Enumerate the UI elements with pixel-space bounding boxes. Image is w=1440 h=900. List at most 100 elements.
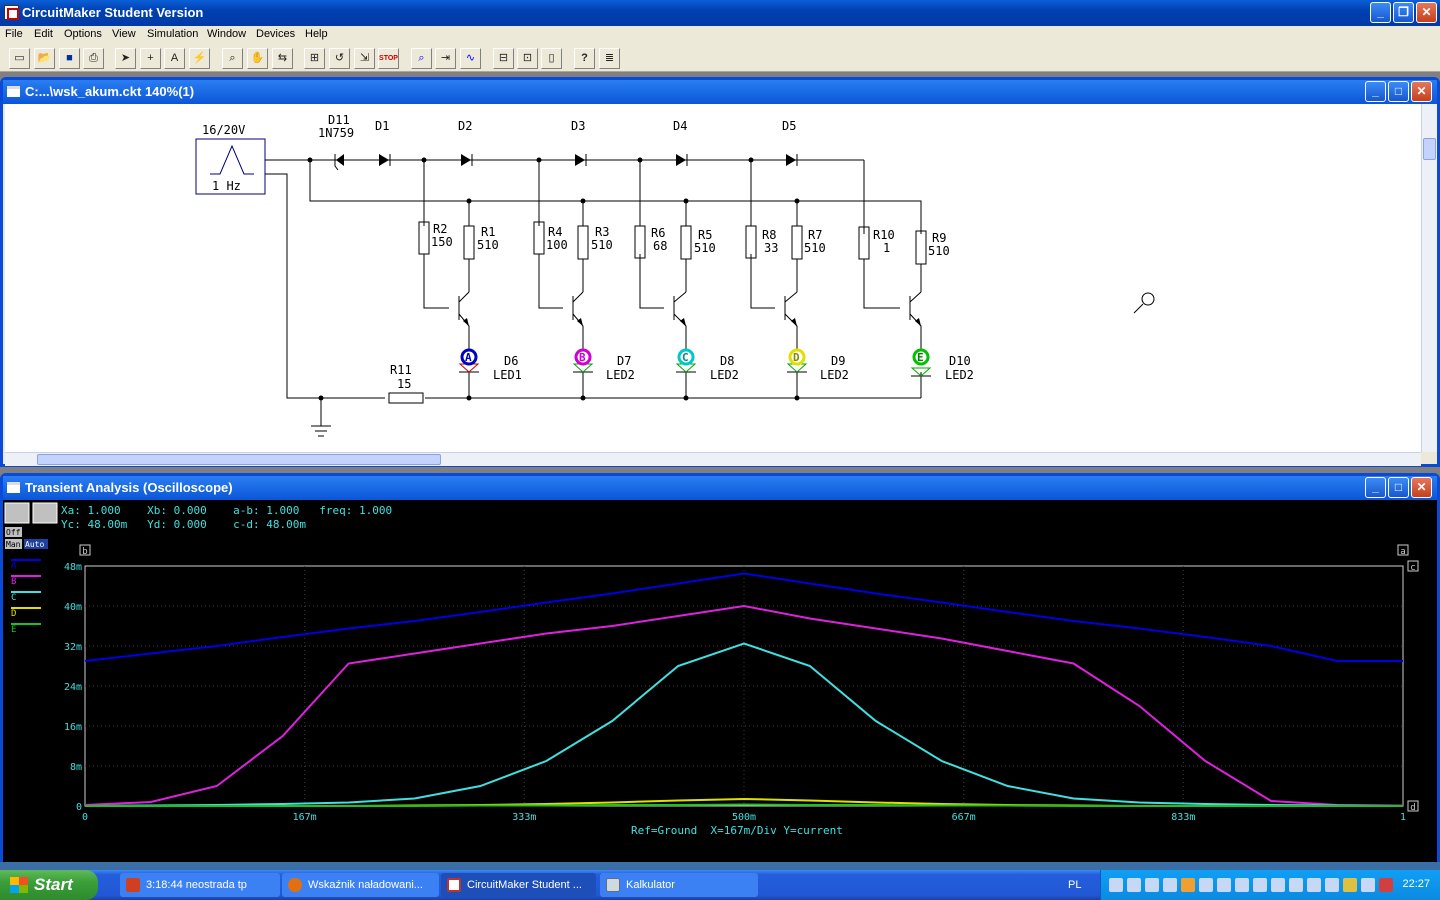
tray-monitor-icon[interactable] — [1127, 878, 1141, 892]
part-icon[interactable]: ⊡ — [517, 48, 538, 69]
scope-man-button: Man — [6, 540, 21, 549]
y-tick-label: 32m — [64, 642, 82, 653]
schematic-drawing: 16/20V 1 Hz D11 1N759 D1 D2 D3 D4 D5 R2 … — [195, 113, 1155, 437]
text-icon[interactable]: A — [164, 48, 185, 69]
undo-icon[interactable]: ↺ — [329, 48, 350, 69]
library-icon[interactable]: ▯ — [541, 48, 562, 69]
tray-printer-icon[interactable] — [1235, 878, 1249, 892]
tray-usb-icon[interactable] — [1253, 878, 1267, 892]
resistor-r5-label: R5 — [698, 228, 712, 242]
resistor-r3-label: R3 — [595, 225, 609, 239]
tray-display-icon[interactable] — [1271, 878, 1285, 892]
app-title: CircuitMaker Student Version — [22, 5, 204, 20]
pan-icon[interactable]: ✋ — [247, 48, 268, 69]
tray-antivirus-icon[interactable] — [1289, 878, 1303, 892]
tray-tool-icon[interactable] — [1163, 878, 1177, 892]
tray-network-icon[interactable] — [1109, 878, 1123, 892]
tray-messenger-icon[interactable] — [1361, 878, 1375, 892]
tray-alert-icon[interactable] — [1379, 878, 1393, 892]
oscilloscope-window: Transient Analysis (Oscilloscope) _ □ ✕ … — [0, 473, 1440, 862]
schematic-horizontal-scrollbar[interactable] — [5, 452, 1421, 466]
step-icon[interactable]: ⇲ — [354, 48, 375, 69]
y-tick-label: 0 — [76, 802, 82, 813]
trace-icon[interactable]: ⌕ — [411, 48, 432, 69]
help-icon[interactable]: ? — [574, 48, 595, 69]
start-button[interactable]: Start — [0, 870, 98, 900]
menu-edit[interactable]: Edit — [34, 28, 53, 40]
print-icon[interactable]: ⎙ — [83, 48, 104, 69]
scope-close-button[interactable]: ✕ — [1411, 477, 1432, 498]
settings-icon[interactable]: ≣ — [599, 48, 620, 69]
stop-icon[interactable]: STOP — [378, 48, 399, 69]
resistor-r2-label: R2 — [433, 222, 447, 236]
circuitmaker-icon — [4, 5, 19, 20]
scope-maximize-button[interactable]: □ — [1388, 477, 1409, 498]
led-d7-label: D7 — [617, 354, 631, 368]
resistor-r2-value: 150 — [431, 235, 453, 249]
save-icon[interactable]: ■ — [59, 48, 80, 69]
horizontal-scroll-thumb[interactable] — [37, 454, 441, 465]
new-icon[interactable]: ▭ — [9, 48, 30, 69]
probe-icon[interactable]: ⚡ — [189, 48, 210, 69]
menu-file[interactable]: File — [5, 28, 23, 40]
resistor-r1-value: 510 — [477, 238, 499, 252]
flip-icon[interactable]: ⇆ — [272, 48, 293, 69]
digital-icon[interactable]: ⇥ — [435, 48, 456, 69]
schematic-vertical-scrollbar[interactable] — [1421, 104, 1437, 452]
led-d6-label: D6 — [504, 354, 518, 368]
tray-update-icon[interactable] — [1181, 878, 1195, 892]
menu-devices[interactable]: Devices — [256, 28, 295, 40]
task-circuitmaker[interactable]: CircuitMaker Student ... — [441, 873, 596, 897]
resistor-r4-value: 100 — [546, 238, 568, 252]
open-icon[interactable]: 📂 — [34, 48, 55, 69]
schematic-maximize-button[interactable]: □ — [1388, 81, 1409, 102]
grid-icon[interactable]: ⊟ — [493, 48, 514, 69]
wire-icon[interactable]: + — [140, 48, 161, 69]
led-d10-part: LED2 — [945, 368, 974, 382]
menu-options[interactable]: Options — [64, 28, 102, 40]
diode-d11-label: D11 — [328, 113, 350, 127]
rotate-icon[interactable]: ⊞ — [304, 48, 325, 69]
scope-footer: Ref=Ground X=167m/Div Y=current — [631, 824, 843, 837]
probe-c-label: C — [682, 351, 689, 364]
language-indicator[interactable]: PL — [1068, 879, 1081, 891]
oscilloscope-title: Transient Analysis (Oscilloscope) — [25, 480, 233, 495]
vertical-scroll-thumb[interactable] — [1423, 138, 1436, 160]
tray-app-icon[interactable] — [1343, 878, 1357, 892]
menu-help[interactable]: Help — [305, 28, 328, 40]
menu-window[interactable]: Window — [207, 28, 246, 40]
menu-simulation[interactable]: Simulation — [147, 28, 198, 40]
menu-view[interactable]: View — [112, 28, 136, 40]
tray-bluetooth-icon[interactable] — [1307, 878, 1321, 892]
task-firefox[interactable]: Wskaźnik naładowani... — [282, 873, 439, 897]
minimize-button[interactable]: _ — [1370, 2, 1391, 23]
y-tick-label: 40m — [64, 602, 82, 613]
tray-sync-icon[interactable] — [1199, 878, 1213, 892]
schematic-minimize-button[interactable]: _ — [1365, 81, 1386, 102]
tray-volume-icon[interactable] — [1325, 878, 1339, 892]
pointer-icon[interactable]: ➤ — [115, 48, 136, 69]
scope-minimize-button[interactable]: _ — [1365, 477, 1386, 498]
scope-readout-line1: Xa: 1.000 Xb: 0.000 a-b: 1.000 freq: 1.0… — [61, 504, 392, 517]
analog-icon[interactable]: ∿ — [460, 48, 481, 69]
zoom-icon[interactable]: ⌕ — [222, 48, 243, 69]
led-d10-label: D10 — [949, 354, 971, 368]
tray-device-icon[interactable] — [1217, 878, 1231, 892]
restore-button[interactable]: ❐ — [1393, 2, 1414, 23]
diode-d4-label: D4 — [673, 119, 687, 133]
task-label: 3:18:44 neostrada tp — [146, 879, 247, 891]
led-d9-label: D9 — [831, 354, 845, 368]
task-kalkulator[interactable]: Kalkulator — [600, 873, 758, 897]
task-neostrada[interactable]: 3:18:44 neostrada tp — [120, 873, 280, 897]
clock: 22:27 — [1402, 878, 1430, 890]
window-icon — [7, 86, 20, 97]
x-tick-label: 0 — [82, 812, 88, 823]
schematic-close-button[interactable]: ✕ — [1411, 81, 1432, 102]
tray-security-icon[interactable] — [1145, 878, 1159, 892]
close-button[interactable]: ✕ — [1416, 2, 1437, 23]
scope-display[interactable]: Off Man Auto Xa: 1.000 Xb: 0.000 a-b: 1.… — [3, 500, 1437, 862]
x-tick-label: 333m — [512, 812, 536, 823]
schematic-canvas[interactable]: 16/20V 1 Hz D11 1N759 D1 D2 D3 D4 D5 R2 … — [5, 104, 1421, 452]
x-tick-label: 1 — [1400, 812, 1406, 823]
system-tray: 22:27 — [1100, 870, 1440, 900]
